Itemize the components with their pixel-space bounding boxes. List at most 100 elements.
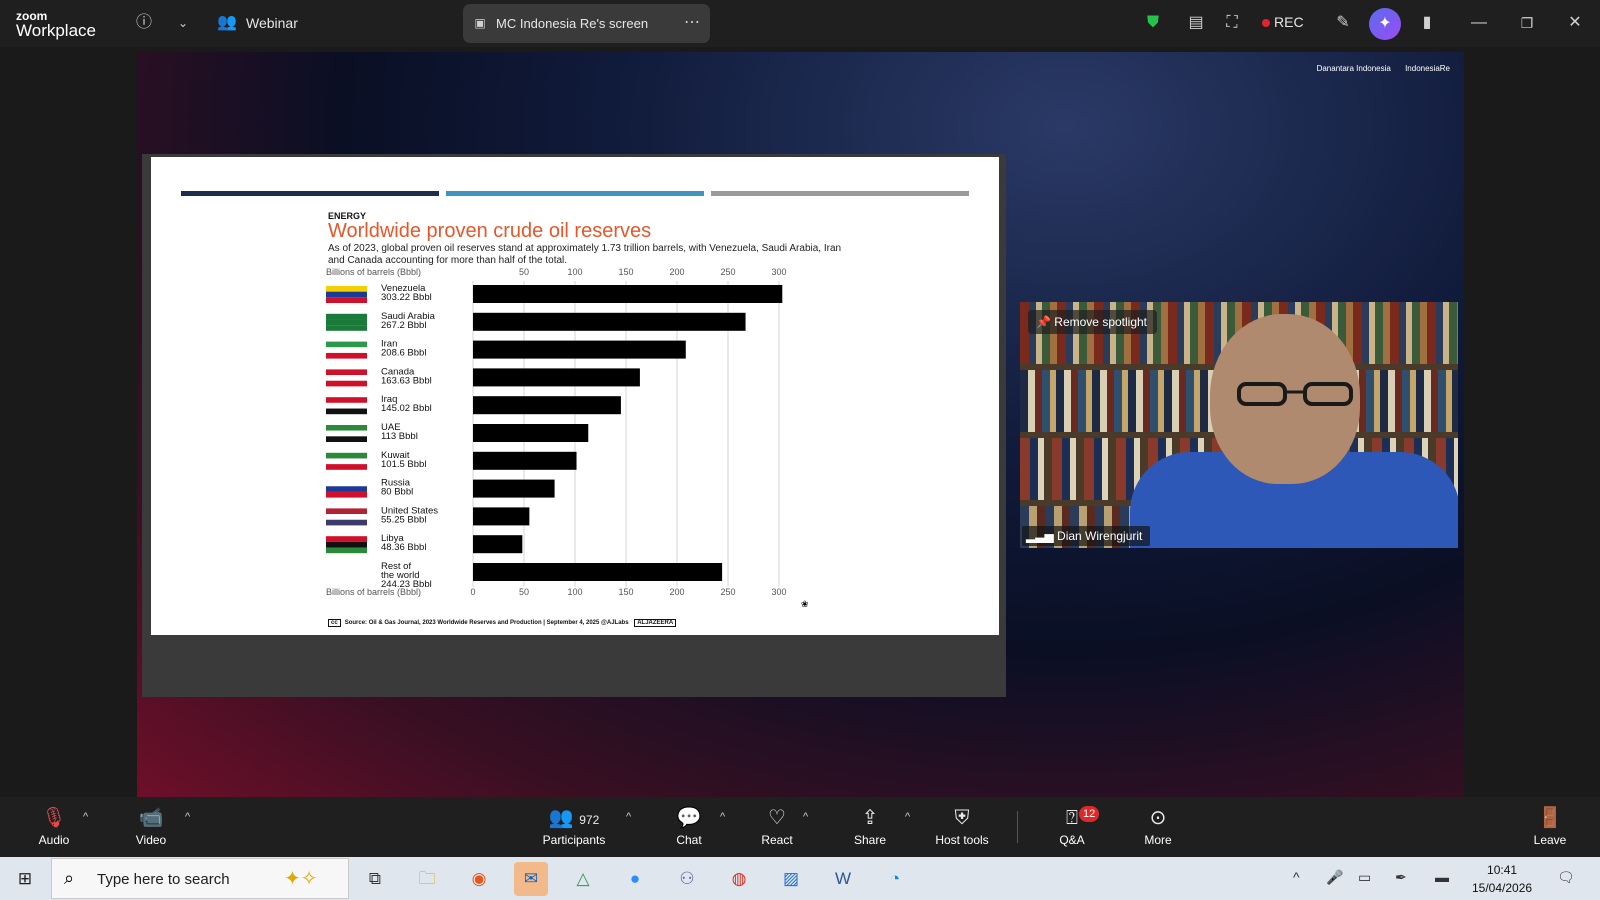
chat-caret-icon[interactable]: ^ bbox=[720, 811, 725, 823]
value-label: 113 Bbbl bbox=[381, 431, 418, 442]
audio-button[interactable]: 🎙 Audio bbox=[34, 805, 74, 847]
flag-stripe bbox=[326, 313, 367, 320]
top-tick-label: 50 bbox=[519, 267, 529, 277]
photos-icon[interactable]: ▨ bbox=[774, 862, 808, 896]
share-caret-icon[interactable]: ^ bbox=[905, 811, 910, 823]
share-button[interactable]: ⇪ Share bbox=[850, 805, 890, 847]
participants-button[interactable]: 👥 972 Participants bbox=[540, 805, 608, 847]
google-drive-icon[interactable]: △ bbox=[566, 862, 600, 896]
flag-stripe bbox=[326, 536, 367, 542]
minimize-icon[interactable]: — bbox=[1468, 12, 1490, 34]
pen-icon[interactable]: ✒ bbox=[1395, 869, 1407, 886]
captions-icon[interactable]: ▤ bbox=[1185, 12, 1207, 34]
bar bbox=[473, 312, 746, 331]
logo-bottom-text: Workplace bbox=[16, 21, 96, 40]
edge-icon[interactable]: ◔ bbox=[878, 862, 912, 896]
bar bbox=[473, 285, 783, 303]
more-options-icon[interactable]: ⋯ bbox=[681, 12, 703, 34]
bar bbox=[473, 340, 686, 359]
participant-name-tag: ▂▃▅ Dian Wirengjurit bbox=[1022, 526, 1151, 546]
meeting-controls: 🎙 Audio ^ 📹 Video ^ 👥 972 Participants ^… bbox=[0, 797, 1600, 857]
bottom-tick-label: 250 bbox=[720, 587, 735, 597]
webinar-icon: 👥 bbox=[217, 14, 237, 31]
bar bbox=[473, 479, 555, 498]
info-icon[interactable]: ⓘ bbox=[133, 12, 155, 34]
chat-label: Chat bbox=[676, 833, 702, 847]
network-icon[interactable]: ▭ bbox=[1358, 869, 1371, 886]
sparkle-icon: ✦✧ bbox=[284, 868, 318, 890]
bar bbox=[473, 563, 723, 581]
close-icon[interactable]: ✕ bbox=[1564, 12, 1586, 34]
flag-stripe bbox=[326, 514, 367, 520]
restore-icon[interactable]: ❐ bbox=[1516, 12, 1538, 34]
file-explorer-icon[interactable]: 🗀 bbox=[410, 862, 444, 896]
audio-options-caret-icon[interactable]: ^ bbox=[83, 811, 88, 823]
bottom-tick-label: 100 bbox=[567, 587, 582, 597]
chat-bubble-icon: 💬 bbox=[676, 807, 702, 829]
display-icon[interactable]: ▬ bbox=[1435, 869, 1449, 885]
outlook-icon[interactable]: ✉ bbox=[514, 862, 548, 896]
windows-start-icon[interactable]: ⊞ bbox=[8, 862, 42, 896]
zoom-logo: zoom Workplace bbox=[16, 10, 96, 39]
search-placeholder: Type here to search bbox=[97, 871, 230, 888]
chevron-down-icon[interactable]: ⌄ bbox=[172, 12, 194, 34]
bar bbox=[473, 535, 523, 554]
flag-stripe bbox=[326, 408, 367, 415]
flag-stripe bbox=[326, 519, 367, 526]
video-button[interactable]: 📹 Video bbox=[131, 805, 171, 847]
top-tick-label: 150 bbox=[618, 267, 633, 277]
more-button[interactable]: ⊙ More bbox=[1138, 805, 1178, 847]
chrome-icon[interactable]: ◍ bbox=[722, 862, 756, 896]
flag-stripe bbox=[326, 541, 367, 548]
slide-frame: ENERGY Worldwide proven crude oil reserv… bbox=[142, 154, 1006, 697]
spotlight-video-tile[interactable]: 📌 Remove spotlight ▂▃▅ Dian Wirengjurit bbox=[1020, 302, 1458, 548]
qa-button[interactable]: ⍰ 12 Q&A bbox=[1052, 805, 1100, 847]
top-axis-label: Billions of barrels (Bbbl) bbox=[326, 267, 421, 277]
view-icon[interactable]: ⛶ bbox=[1221, 12, 1243, 34]
ai-companion-icon[interactable]: ✦ bbox=[1369, 8, 1401, 40]
firefox-icon[interactable]: ◉ bbox=[462, 862, 496, 896]
teams-icon[interactable]: ⚇ bbox=[670, 862, 704, 896]
apps-icon[interactable]: ▮ bbox=[1416, 12, 1438, 34]
bar bbox=[473, 424, 589, 442]
flag-stripe bbox=[326, 375, 367, 381]
flag-stripe bbox=[326, 458, 367, 465]
taskbar-clock[interactable]: 10:41 15/04/2026 bbox=[1472, 861, 1532, 897]
participants-caret-icon[interactable]: ^ bbox=[626, 811, 631, 823]
flag-stripe bbox=[326, 425, 367, 431]
value-label: 303.22 Bbbl bbox=[381, 292, 432, 303]
bottom-tick-label: 0 bbox=[470, 587, 475, 597]
remove-spotlight-button[interactable]: 📌 Remove spotlight bbox=[1028, 310, 1158, 334]
bottom-tick-label: 150 bbox=[618, 587, 633, 597]
notifications-icon[interactable]: 🗨 bbox=[1557, 869, 1575, 886]
security-shield-icon[interactable]: ⛊ bbox=[1142, 12, 1164, 34]
top-tick-label: 250 bbox=[720, 267, 735, 277]
zoom-app-icon[interactable]: ● bbox=[618, 862, 652, 896]
participants-icon: 👥 972 bbox=[548, 807, 600, 829]
video-options-caret-icon[interactable]: ^ bbox=[185, 811, 190, 823]
top-tick-label: 300 bbox=[771, 267, 786, 277]
host-tools-button[interactable]: ⛨ Host tools bbox=[932, 805, 992, 847]
react-button[interactable]: ♡ React bbox=[757, 805, 797, 847]
chat-button[interactable]: 💬 Chat bbox=[669, 805, 709, 847]
participant-name: Dian Wirengjurit bbox=[1057, 529, 1143, 543]
slide-source: cc Source: Oil & Gas Journal, 2023 Worldw… bbox=[328, 619, 677, 627]
slide: ENERGY Worldwide proven crude oil reserv… bbox=[151, 157, 999, 635]
task-view-icon[interactable]: ⧉ bbox=[358, 862, 392, 896]
share-screen-icon: ⇪ bbox=[861, 807, 879, 829]
word-icon[interactable]: W bbox=[826, 862, 860, 896]
value-label: 101.5 Bbbl bbox=[381, 459, 426, 470]
flag-stripe bbox=[326, 436, 367, 442]
annotate-pencil-icon[interactable]: ✎ bbox=[1332, 12, 1354, 34]
shared-screen-tab[interactable]: ▣ MC Indonesia Re's screen ⋯ bbox=[463, 4, 710, 43]
recording-indicator[interactable]: REC bbox=[1262, 14, 1304, 30]
oil-reserves-chart: Billions of barrels (Bbbl)Billions of ba… bbox=[326, 267, 787, 597]
flag-stripe bbox=[326, 402, 367, 409]
flag-stripe bbox=[326, 430, 367, 437]
microphone-icon[interactable]: 🎤 bbox=[1326, 869, 1343, 886]
taskbar-search-box[interactable]: ⌕ Type here to search ✦✧ bbox=[51, 858, 349, 899]
value-label: 145.02 Bbbl bbox=[381, 403, 432, 414]
leave-button[interactable]: 🚪 Leave bbox=[1530, 805, 1570, 847]
react-caret-icon[interactable]: ^ bbox=[803, 811, 808, 823]
tray-chevron-up-icon[interactable]: ^ bbox=[1293, 869, 1300, 885]
